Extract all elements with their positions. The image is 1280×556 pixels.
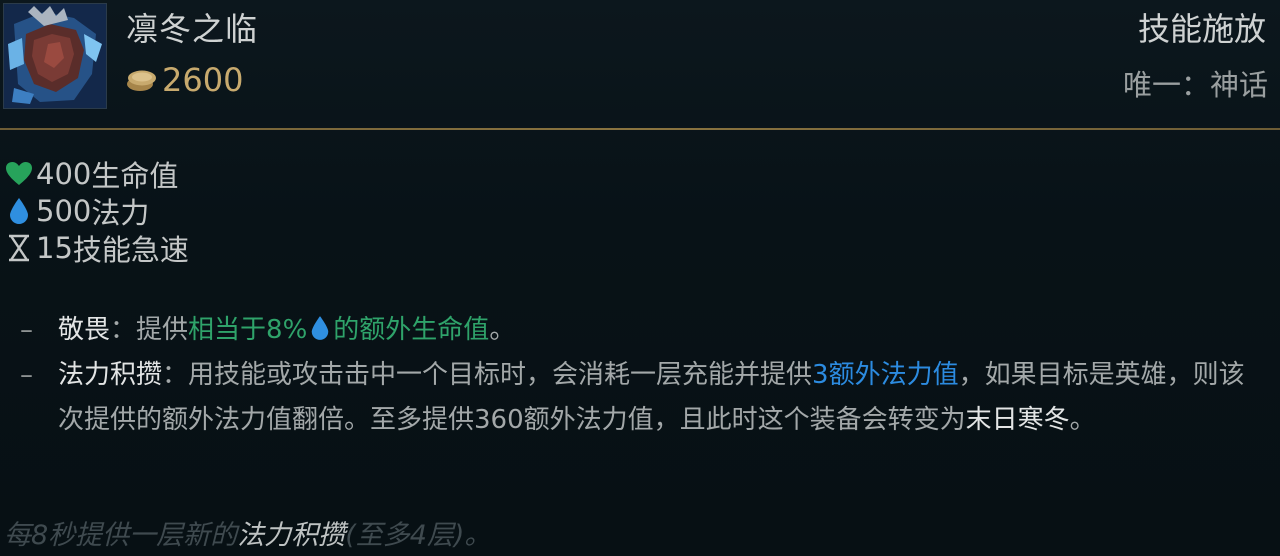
gold-cost-value: 2600	[162, 61, 244, 99]
passive-period: 。	[1069, 405, 1096, 435]
passive-period: 。	[489, 315, 516, 345]
footer-note: 每8秒提供一层新的法力积攒(至多4层)。	[4, 513, 491, 552]
footer-highlight: 法力积攒	[237, 520, 346, 551]
bullet-dash: –	[20, 315, 33, 345]
passive-name: 敬畏	[58, 315, 111, 345]
stat-health: 400 生命值	[4, 155, 189, 193]
item-name: 凛冬之临	[126, 10, 259, 48]
stat-label: 生命值	[91, 158, 179, 193]
transform-item-name: 末日寒冬	[965, 405, 1070, 435]
hourglass-icon	[4, 233, 34, 263]
stat-label: 法力	[91, 195, 150, 230]
passive-colon: ：	[110, 315, 137, 345]
stat-value: 15	[36, 230, 73, 265]
passive-name: 法力积攒	[58, 360, 163, 390]
header-divider	[0, 128, 1280, 130]
footer-text: 每8秒提供一层新的	[4, 520, 238, 551]
bonus-health-percent: 相当于8%	[188, 315, 308, 345]
bullet-dash: –	[20, 360, 33, 390]
passive-text: 敬畏：提供相当于8% 的额外生命值。	[58, 308, 1260, 353]
heart-icon	[4, 159, 34, 189]
passive-colon: ：	[162, 360, 189, 390]
stat-ability-haste: 15 技能急速	[4, 229, 189, 267]
passive-mana-charge: – 法力积攒：用技能或攻击击中一个目标时，会消耗一层充能并提供3额外法力值，如果…	[20, 353, 1260, 443]
gold-coins-icon	[124, 66, 158, 94]
passives-list: – 敬畏：提供相当于8% 的额外生命值。 – 法力积攒：用技能或攻击击中一个目标时…	[20, 308, 1260, 443]
item-tooltip: 凛冬之临 2600 技能施放 唯一：神话 400 生命值 500 法力 15 技…	[0, 0, 1280, 556]
item-cost: 2600	[124, 60, 243, 100]
stat-mana: 500 法力	[4, 192, 189, 230]
item-category: 技能施放	[1137, 10, 1266, 48]
bonus-health-label: 的额外生命值	[333, 315, 490, 345]
passive-desc: 用技能或攻击击中一个目标时，会消耗一层充能并提供	[188, 360, 813, 390]
passive-text: 法力积攒：用技能或攻击击中一个目标时，会消耗一层充能并提供3额外法力值，如果目标…	[58, 353, 1260, 443]
stat-label: 技能急速	[72, 232, 189, 267]
bonus-mana-value: 3额外法力值	[812, 360, 959, 390]
mana-drop-icon	[309, 311, 331, 340]
passive-desc: 提供	[136, 315, 189, 345]
stat-value: 400	[36, 156, 92, 191]
mana-drop-icon	[4, 196, 34, 226]
stats-list: 400 生命值 500 法力 15 技能急速	[4, 155, 189, 267]
item-icon	[3, 3, 107, 109]
item-rarity: 唯一：神话	[1122, 68, 1268, 102]
passive-awe: – 敬畏：提供相当于8% 的额外生命值。	[20, 308, 1260, 353]
footer-text-end: (至多4层)。	[345, 520, 492, 551]
stat-value: 500	[36, 193, 92, 228]
